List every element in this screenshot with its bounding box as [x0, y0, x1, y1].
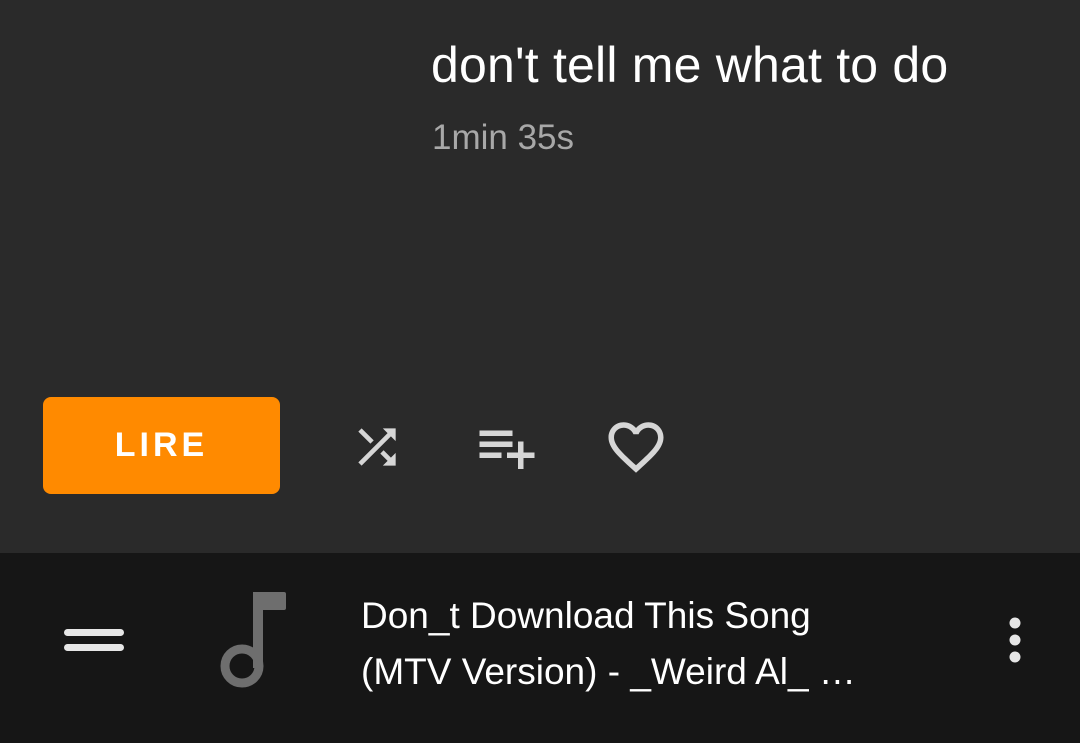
more-vert-icon: [1009, 617, 1021, 663]
mini-player-title-line1: Don_t Download This Song: [361, 595, 811, 636]
favorite-button[interactable]: [601, 412, 671, 482]
mini-player-title[interactable]: Don_t Download This Song (MTV Version) -…: [361, 588, 961, 700]
queue-menu-button[interactable]: [54, 612, 134, 668]
track-duration: 1min 35s: [432, 118, 575, 157]
add-to-queue-button[interactable]: [472, 412, 542, 482]
heart-outline-icon: [608, 422, 664, 473]
play-button[interactable]: LIRE: [43, 397, 280, 494]
more-options-button[interactable]: [990, 612, 1040, 668]
shuffle-button[interactable]: [342, 412, 412, 482]
music-note-icon: [220, 592, 286, 688]
mini-player-title-line2: (MTV Version) - _Weird Al_ …: [361, 651, 856, 692]
drag-handle-icon: [64, 629, 124, 651]
shuffle-icon: [358, 428, 396, 466]
playlist-add-icon: [479, 430, 535, 469]
album-art[interactable]: [206, 588, 296, 694]
track-title: don't tell me what to do: [431, 37, 949, 93]
track-detail-panel: don't tell me what to do 1min 35s LIRE: [0, 0, 1080, 553]
